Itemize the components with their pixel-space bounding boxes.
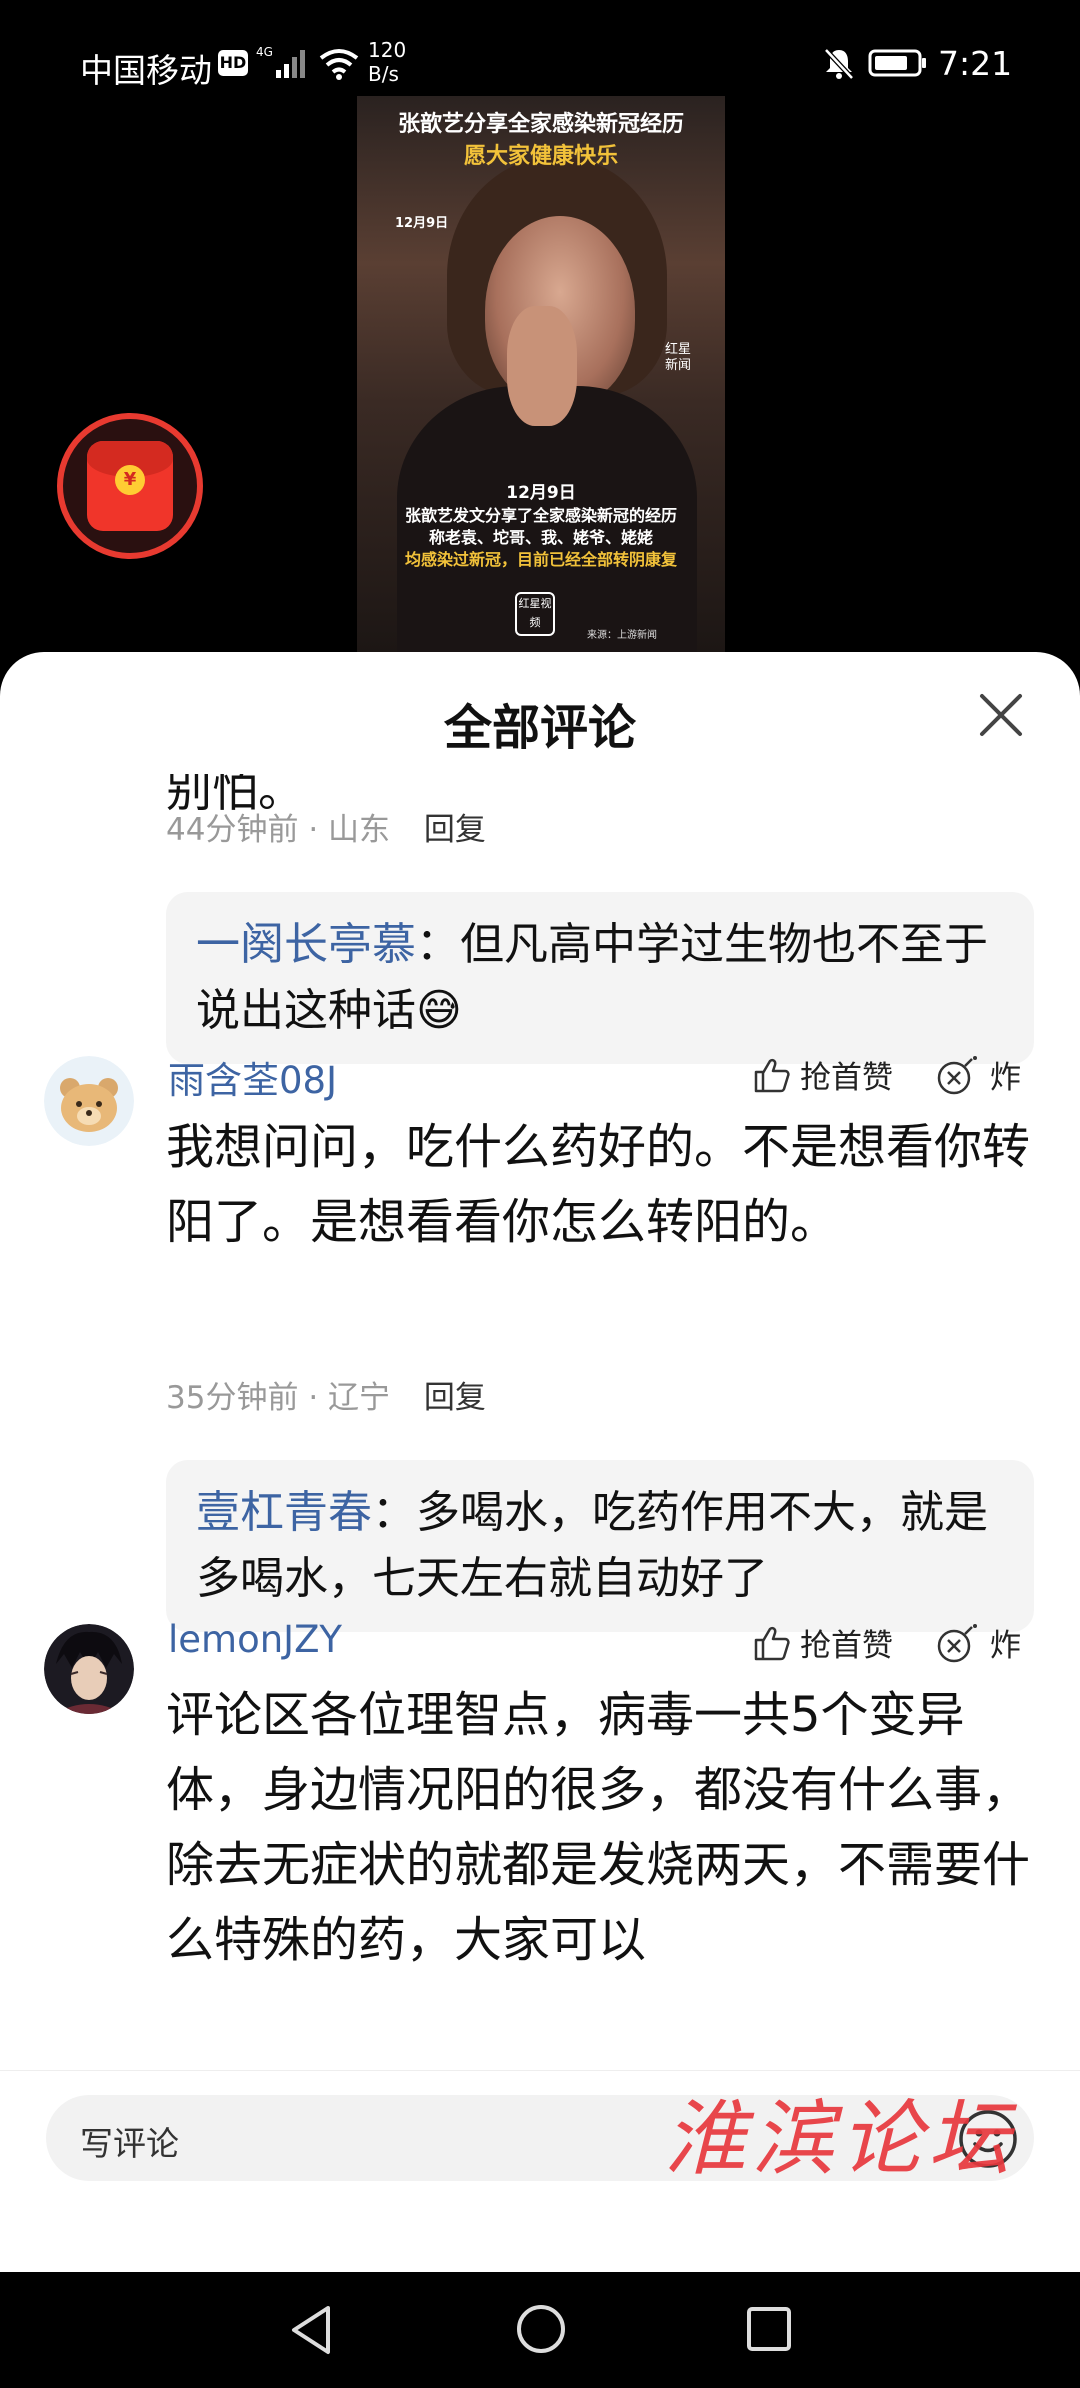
comment-time: 35分钟前 [166, 1380, 299, 1416]
home-icon[interactable] [514, 2302, 568, 2356]
avatar[interactable] [44, 1056, 134, 1146]
like-button[interactable]: 抢首赞 [752, 1620, 893, 1665]
forum-watermark: 淮滨论坛 [664, 2092, 1016, 2187]
comment-text: 评论区各位理智点，病毒一共5个变异体，身边情况阳的很多，都没有什么事，除去无症状… [166, 1687, 1031, 1968]
close-icon[interactable] [976, 690, 1026, 740]
red-packet-coin: ¥ [115, 465, 145, 495]
anime-avatar-icon [44, 1624, 134, 1714]
video-source: 来源：上游新闻 [587, 630, 657, 641]
thumbs-up-icon [754, 1626, 790, 1660]
red-packet-icon: ¥ [87, 441, 173, 531]
back-icon[interactable] [284, 2302, 338, 2358]
comment-sheet: 全部评论 别怕。 44分钟前 · 山东 回复 一阕长亭慕：但凡高中学过生物也不至… [0, 652, 1080, 2272]
bomb-icon [937, 1055, 977, 1094]
comment-text: 我想问问，吃什么药好的。不是想看你转阳了。是想看看你怎么转阳的。 [166, 1119, 1031, 1250]
reply-preview[interactable]: 壹杠青春：多喝水，吃药作用不大，就是多喝水，七天左右就自动好了 [166, 1460, 1034, 1632]
mute-bell-icon [824, 48, 854, 80]
comment-meta: 44分钟前 · 山东 回复 [166, 812, 486, 848]
comment-time: 44分钟前 [166, 812, 299, 848]
video-person-hand [507, 306, 577, 426]
battery-icon [868, 49, 926, 77]
video-title-line2: 愿大家健康快乐 [463, 144, 618, 169]
network-speed: 120 B/s [368, 38, 406, 86]
comment-username[interactable]: lemonJZY [168, 1618, 342, 1661]
comment-input-placeholder: 写评论 [80, 2124, 179, 2163]
navigation-bar [0, 2272, 1080, 2388]
signal-icon: 4G [256, 45, 305, 78]
red-packet-button[interactable]: ¥ [57, 413, 203, 559]
avatar[interactable] [44, 1624, 134, 1714]
video-frame[interactable]: 张歆艺分享全家感染新冠经历 愿大家健康快乐 12月9日 红星新闻 12月9日 张… [357, 96, 725, 654]
comment-location: 山东 [328, 812, 391, 848]
clock: 7:21 [938, 44, 1013, 83]
video-date-top: 12月9日 [395, 216, 449, 231]
video-news-badge: 红星新闻 [664, 342, 691, 373]
bomb-label: 炸 [990, 1060, 1021, 1096]
like-label: 抢首赞 [800, 1060, 893, 1096]
status-bar: 中国移动 HD 4G 120 B/s 7:21 [0, 0, 1080, 130]
thumbs-up-icon [754, 1058, 790, 1092]
bear-avatar-icon [44, 1056, 134, 1146]
video-date-caption: 12月9日 [506, 483, 576, 503]
wifi-icon [319, 49, 359, 80]
carrier-name: 中国移动 [80, 51, 212, 90]
bomb-button[interactable]: 炸 [936, 1052, 1021, 1097]
reply-button[interactable]: 回复 [424, 812, 486, 848]
recent-apps-icon[interactable] [744, 2304, 794, 2354]
video-logo: 红星视频 [515, 592, 555, 636]
comment-list[interactable]: 别怕。 44分钟前 · 山东 回复 一阕长亭慕：但凡高中学过生物也不至于说出这种… [0, 774, 1080, 2070]
network-type-label: 4G [256, 45, 273, 59]
comment-meta: 35分钟前 · 辽宁 回复 [166, 1380, 486, 1416]
video-caption-line3: 均感染过新冠，目前已经全部转阴康复 [404, 550, 677, 569]
hd-badge: HD [218, 50, 248, 76]
comment-username[interactable]: 雨含荃08J [168, 1050, 337, 1104]
network-speed-unit: B/s [368, 62, 399, 86]
bomb-icon [937, 1623, 977, 1662]
reply-button[interactable]: 回复 [424, 1380, 486, 1416]
video-caption-line1: 张歆艺发文分享了全家感染新冠的经历 [404, 506, 677, 525]
video-caption-line2: 称老袁、坨哥、我、姥爷、姥姥 [428, 528, 653, 547]
like-button[interactable]: 抢首赞 [752, 1052, 893, 1097]
bomb-button[interactable]: 炸 [936, 1620, 1021, 1665]
sheet-title: 全部评论 [443, 700, 636, 756]
network-speed-value: 120 [368, 38, 407, 62]
reply-username[interactable]: 一阕长亭慕 [196, 919, 416, 970]
like-label: 抢首赞 [800, 1628, 893, 1664]
reply-preview[interactable]: 一阕长亭慕：但凡高中学过生物也不至于说出这种话😅 [166, 892, 1034, 1064]
comment-location: 辽宁 [328, 1380, 391, 1416]
reply-username[interactable]: 壹杠青春 [196, 1487, 372, 1538]
bomb-label: 炸 [990, 1628, 1021, 1664]
